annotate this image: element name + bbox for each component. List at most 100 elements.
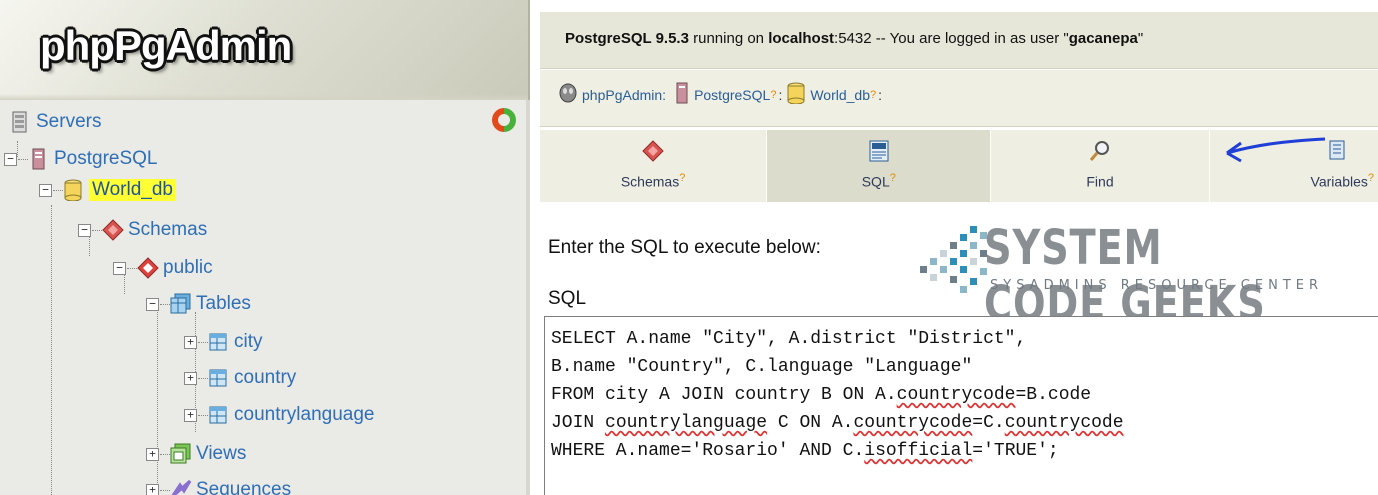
port-text: :5432 -- You are logged in as user " [834,30,1069,47]
sql-field-label: SQL [548,288,587,309]
expand-toggle[interactable]: + [184,408,197,422]
main-pane: PostgreSQL 9.5.3 running on localhost:54… [540,0,1378,495]
sql-line: FROM city A JOIN country B ON A.countryc… [551,381,1378,409]
annotation-arrow-icon [1226,137,1326,163]
tree-label-tables: Tables [196,293,251,314]
product-version: PostgreSQL 9.5.3 [565,30,689,47]
tab-label: SQL [861,173,890,190]
sql-prompt-text: Enter the SQL to execute below: [548,237,821,258]
expand-toggle[interactable]: + [146,483,159,495]
sql-line: JOIN countrylanguage C ON A.countrycode=… [551,409,1378,437]
sql-text: SELECT A.name "City", A.district "Distri… [551,329,1027,349]
tree-label-database: World_db [89,179,176,201]
misspelled-token: countrycode [1004,413,1124,433]
tree-label-table: city [234,331,263,352]
tree-label-postgresql: PostgreSQL [54,148,158,169]
phppgadmin-crumb-icon [558,82,578,107]
sql-text: ='TRUE'; [972,441,1059,461]
tab-schemas[interactable]: Schemas? [540,130,768,202]
help-mark[interactable]: ? [870,89,876,101]
sql-text: C ON A. [767,413,854,433]
tree-label-public: public [163,257,213,278]
schemas-icon [642,140,664,162]
host-name: localhost [768,30,835,47]
tab-sql[interactable]: SQL? [767,130,992,202]
expand-toggle[interactable]: + [146,447,159,461]
tree-label-table: country [234,367,297,388]
sql-text: B.name "Country", C.language "Language" [551,357,973,377]
tree-node-views[interactable]: + Views [146,438,246,470]
breadcrumb-items: phpPgAdmin: PostgreSQL?: World_db?: [558,82,886,107]
expand-toggle[interactable]: + [184,371,197,385]
help-mark[interactable]: ? [1368,172,1374,184]
connection-message: PostgreSQL 9.5.3 running on localhost:54… [565,30,1143,47]
tree-node-table-countrylanguage[interactable]: + countrylanguage [184,399,375,431]
sql-text: WHERE A.name='Rosario' AND C. [551,441,865,461]
tree-node-public[interactable]: − public [113,252,213,284]
help-mark[interactable]: ? [890,172,896,184]
sql-line: B.name "Country", C.language "Language" [551,353,1378,381]
sql-text: FROM city A JOIN country B ON A. [551,385,897,405]
tab-find[interactable]: Find [991,130,1210,202]
tree-label-sequences: Sequences [196,479,292,495]
tree-label-schemas: Schemas [128,219,208,240]
servers-icon [10,111,30,133]
app-logo[interactable]: phpPgAdmin [40,22,292,70]
breadcrumb-postgresql[interactable]: PostgreSQL [694,87,770,103]
server-crumb-icon [674,82,690,107]
sequences-icon [170,479,192,495]
tree-guide [51,205,52,495]
misspelled-token: countrycode [896,385,1016,405]
misspelled-token: countrylanguage [605,413,768,433]
schemas-icon [102,219,124,241]
breadcrumb-phppgadmin[interactable]: phpPgAdmin: [582,87,666,103]
collapse-toggle[interactable]: − [39,183,52,197]
breadcrumb-database[interactable]: World_db [810,87,870,103]
views-icon [170,443,191,465]
left-pane: phpPgAdmin Servers − PostgreSQL − World_… [0,0,530,495]
tab-label: Variables [1310,173,1368,190]
database-icon [63,179,83,202]
tree-node-table-city[interactable]: + city [184,326,263,358]
sql-textarea[interactable]: SELECT A.name "City", A.district "Distri… [544,316,1378,495]
expand-toggle[interactable]: + [184,335,197,349]
tree-node-tables[interactable]: − Tables [146,288,251,320]
collapse-toggle[interactable]: − [4,152,17,166]
magnifier-icon [1089,140,1111,162]
tables-icon [170,293,191,315]
browser-tree: Servers − PostgreSQL − World_db − Schema… [0,100,530,495]
help-mark[interactable]: ? [770,89,776,101]
tree-node-schemas[interactable]: − Schemas [78,214,207,246]
refresh-icon[interactable] [492,108,516,132]
tree-node-sequences[interactable]: + Sequences [146,474,291,495]
server-icon [28,148,48,170]
connection-info-bar: PostgreSQL 9.5.3 running on localhost:54… [540,12,1378,69]
table-icon [208,367,228,389]
tab-label: Find [1086,173,1114,190]
tree-node-postgresql[interactable]: − PostgreSQL [4,143,158,175]
tree-label-servers: Servers [36,111,102,132]
collapse-toggle[interactable]: − [113,261,126,275]
collapse-toggle[interactable]: − [78,223,91,237]
logo-banner: phpPgAdmin [0,0,530,100]
tree-node-database[interactable]: − World_db [39,174,176,206]
table-icon [208,404,228,426]
schema-icon [137,257,159,279]
misspelled-token: countrycode [853,413,973,433]
watermark-subtitle: SYSADMINS RESOURCE CENTER [990,278,1324,293]
collapse-toggle[interactable]: − [146,297,159,311]
sql-line: WHERE A.name='Rosario' AND C.isofficial=… [551,437,1378,465]
help-mark[interactable]: ? [679,172,685,184]
sql-text: =B.code [1015,385,1092,405]
sql-line: SELECT A.name "City", A.district "Distri… [551,325,1378,353]
watermark-logo: SYSTEM CODE GEEKS SYSADMINS RESOURCE CEN… [900,220,1360,332]
tree-node-table-country[interactable]: + country [184,362,296,394]
tree-label-table: countrylanguage [234,404,375,425]
breadcrumb: phpPgAdmin: PostgreSQL?: World_db?: [540,70,1378,127]
sql-icon [868,140,890,162]
misspelled-token: isofficial [864,441,973,461]
sql-text: JOIN [551,413,606,433]
closing-quote: " [1137,30,1144,47]
tab-label: Schemas [620,173,680,190]
tree-node-servers[interactable]: Servers [10,106,101,138]
